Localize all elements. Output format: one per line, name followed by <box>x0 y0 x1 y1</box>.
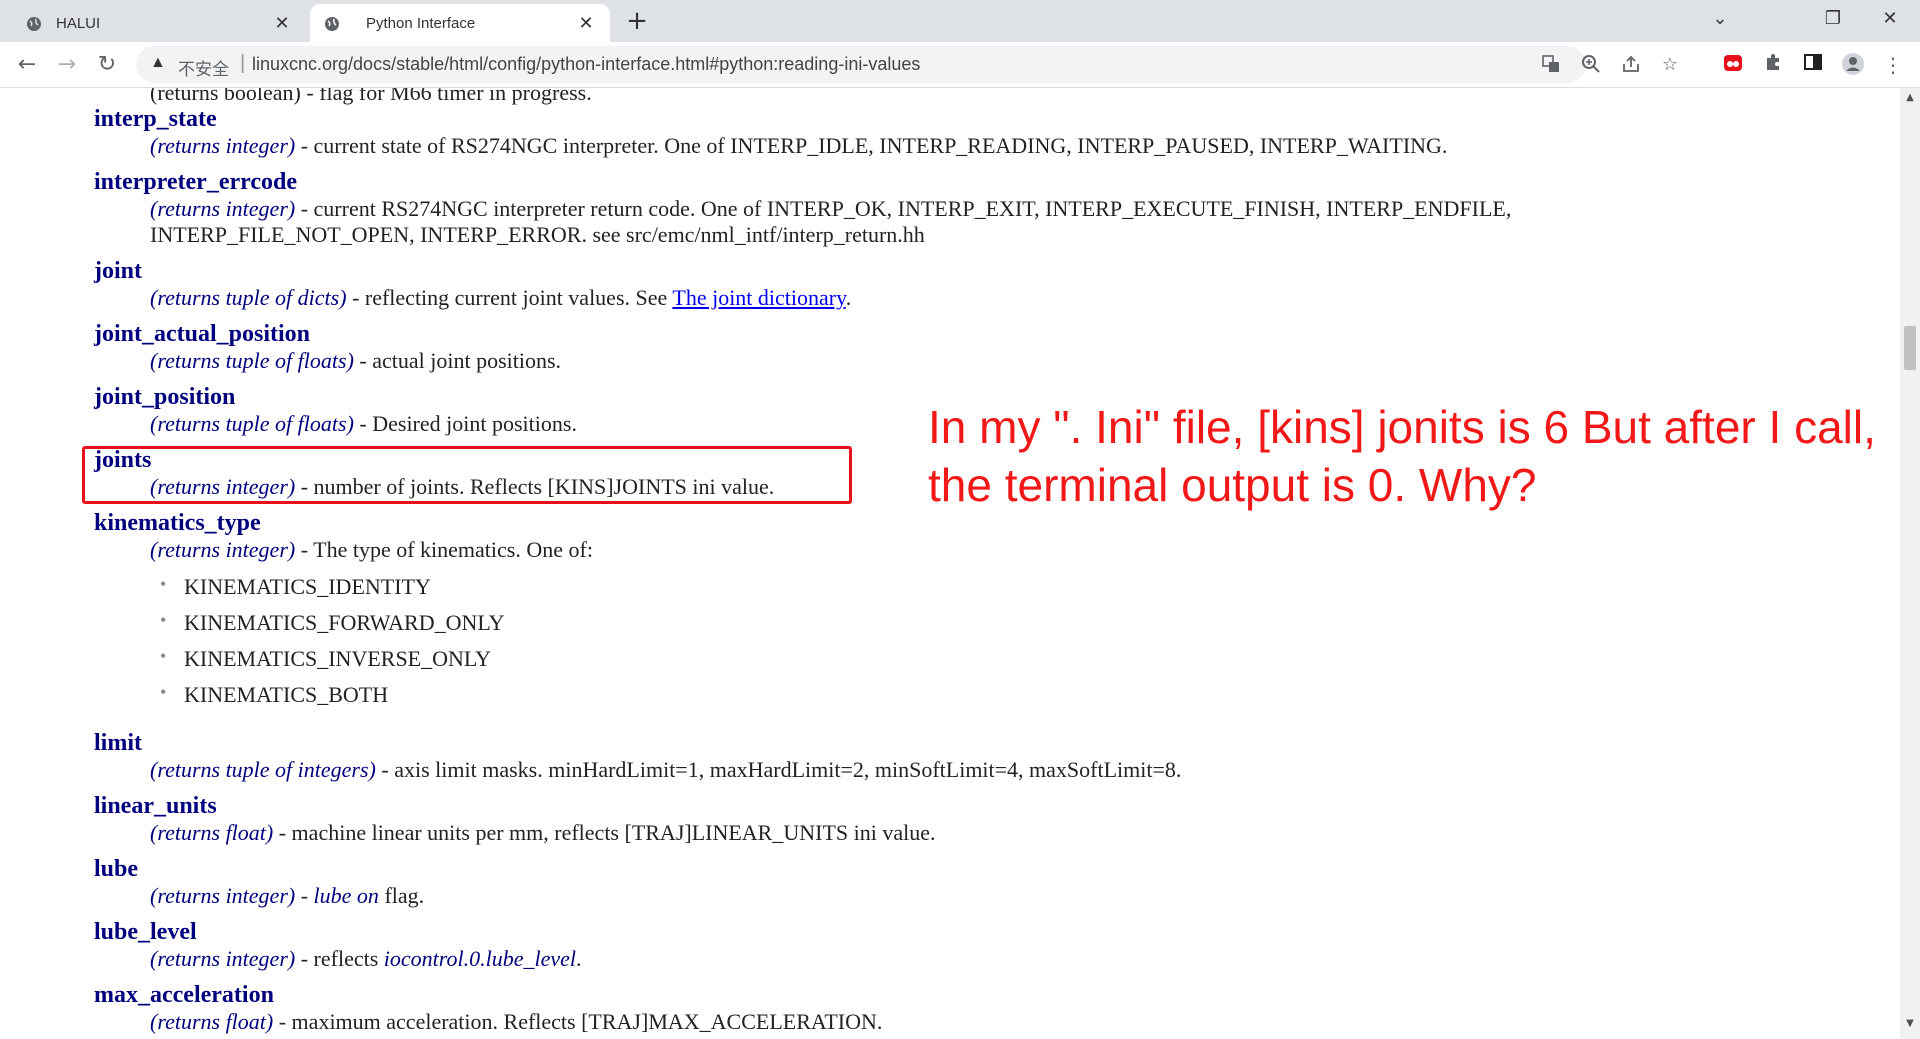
term-interpreter-errcode: interpreter_errcode <box>94 169 298 195</box>
address-bar[interactable]: ▲ 不安全 | linuxcnc.org/docs/stable/html/co… <box>136 46 1678 83</box>
list-item: KINEMATICS_BOTH <box>160 682 388 708</box>
tab-label: Python Interface <box>366 14 476 32</box>
desc-joint-actual-position: (returns tuple of floats) - actual joint… <box>150 348 562 373</box>
globe-icon <box>26 16 42 32</box>
desc-linear-units: (returns float) - machine linear units p… <box>150 820 936 845</box>
term-lube: lube <box>94 856 139 882</box>
scroll-up-icon[interactable]: ▲ <box>1904 92 1916 104</box>
restore-icon[interactable]: ❐ <box>1813 4 1853 34</box>
desc-lube: (returns integer) - lube on flag. <box>150 883 425 908</box>
desc-max-acceleration: (returns float) - maximum acceleration. … <box>150 1009 883 1034</box>
warning-icon[interactable]: ▲ <box>150 54 166 72</box>
desc-kinematics-type: (returns integer) - The type of kinemati… <box>150 537 593 562</box>
tab-label: HALUI <box>56 14 101 32</box>
term-max-acceleration: max_acceleration <box>94 982 274 1008</box>
term-kinematics-type: kinematics_type <box>94 510 261 536</box>
separator: | <box>240 52 246 74</box>
highlight-box <box>82 446 852 504</box>
translate-icon[interactable] <box>1540 54 1562 76</box>
term-linear-units: linear_units <box>94 793 217 819</box>
desc-limit: (returns tuple of integers) - axis limit… <box>150 757 1182 782</box>
bookmark-star-icon[interactable]: ☆ <box>1659 54 1681 76</box>
desc-joint: (returns tuple of dicts) - reflecting cu… <box>150 285 852 310</box>
extension-red-icon[interactable] <box>1720 52 1746 78</box>
close-window-icon[interactable]: ✕ <box>1870 4 1910 34</box>
tab-python-interface[interactable]: Python Interface ✕ <box>310 4 610 42</box>
forward-button[interactable]: → <box>52 50 82 80</box>
term-interp-state: interp_state <box>94 106 217 132</box>
cutoff-line: (returns boolean) - flag for M66 timer i… <box>150 88 592 105</box>
desc-lube-level: (returns integer) - reflects iocontrol.0… <box>150 946 582 971</box>
menu-kebab-icon[interactable]: ⋮ <box>1880 52 1906 78</box>
list-item: KINEMATICS_INVERSE_ONLY <box>160 646 491 672</box>
close-tab-icon[interactable]: ✕ <box>272 13 292 33</box>
share-icon[interactable] <box>1620 54 1642 76</box>
zoom-icon[interactable] <box>1580 54 1602 76</box>
vertical-scrollbar[interactable]: ▲ ▼ <box>1900 88 1920 1039</box>
globe-icon <box>324 16 340 32</box>
desc-interpreter-errcode: (returns integer) - current RS274NGC int… <box>150 196 1512 221</box>
desc-joint-position: (returns tuple of floats) - Desired join… <box>150 411 577 436</box>
list-item: KINEMATICS_FORWARD_ONLY <box>160 610 505 636</box>
annotation-line-2: the terminal output is 0. Why? <box>928 459 1537 511</box>
term-joint: joint <box>94 258 142 284</box>
annotation-text: In my ". Ini" file, [kins] jonits is 6 B… <box>928 398 1876 514</box>
reload-button[interactable]: ↻ <box>92 50 122 80</box>
scroll-thumb[interactable] <box>1904 326 1916 370</box>
term-joint-position: joint_position <box>94 384 236 410</box>
term-joint-actual-position: joint_actual_position <box>94 321 311 347</box>
browser-toolbar: ← → ↻ ▲ 不安全 | linuxcnc.org/docs/stable/h… <box>0 42 1920 88</box>
term-limit: limit <box>94 730 142 756</box>
profile-avatar-icon[interactable] <box>1840 52 1866 78</box>
scroll-down-icon[interactable]: ▼ <box>1904 1018 1916 1030</box>
joint-dictionary-link[interactable]: The joint dictionary <box>672 285 845 310</box>
minimize-icon[interactable]: ⌄ <box>1700 4 1740 34</box>
tab-strip: HALUI ✕ Python Interface ✕ + ⌄ ❐ ✕ <box>0 0 1920 42</box>
side-panel-icon[interactable] <box>1800 52 1826 78</box>
extensions-puzzle-icon[interactable] <box>1760 52 1786 78</box>
list-item: KINEMATICS_IDENTITY <box>160 574 431 600</box>
desc-interpreter-errcode-cont: INTERP_FILE_NOT_OPEN, INTERP_ERROR. see … <box>150 222 925 247</box>
tab-halui[interactable]: HALUI ✕ <box>0 4 306 42</box>
new-tab-button[interactable]: + <box>622 6 652 36</box>
desc-interp-state: (returns integer) - current state of RS2… <box>150 133 1448 158</box>
insecure-label[interactable]: 不安全 <box>178 55 229 80</box>
back-button[interactable]: ← <box>12 50 42 80</box>
url-text[interactable]: linuxcnc.org/docs/stable/html/config/pyt… <box>252 54 920 75</box>
annotation-line-1: In my ". Ini" file, [kins] jonits is 6 B… <box>928 401 1876 453</box>
page-content: (returns boolean) - flag for M66 timer i… <box>0 88 1900 1039</box>
term-lube-level: lube_level <box>94 919 197 945</box>
close-tab-icon[interactable]: ✕ <box>576 13 596 33</box>
